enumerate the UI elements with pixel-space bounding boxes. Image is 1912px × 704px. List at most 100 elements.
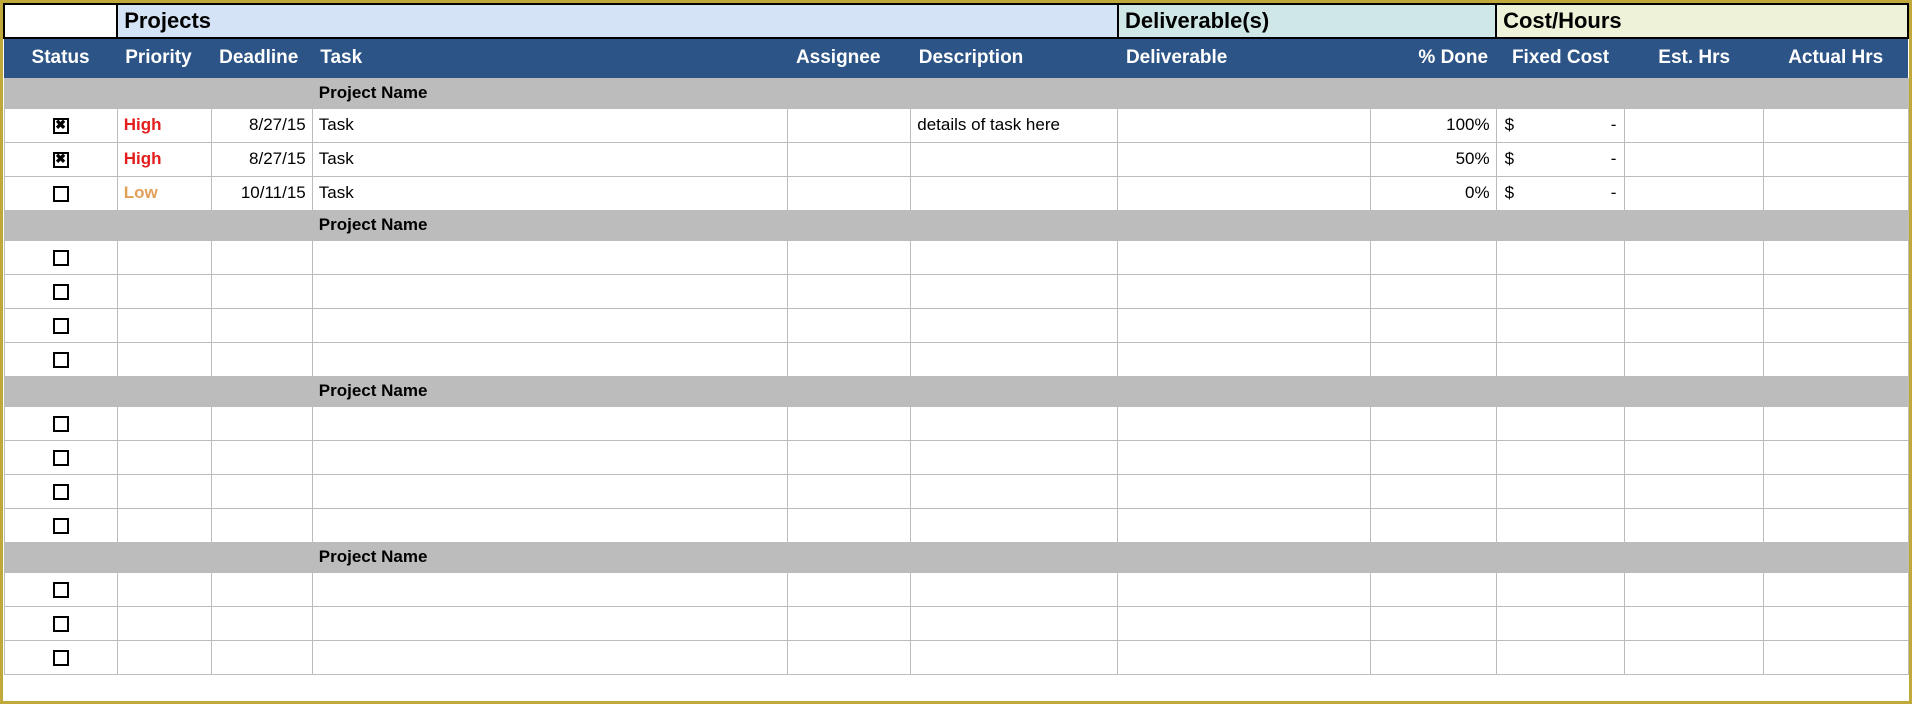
status-cell[interactable] bbox=[4, 176, 117, 210]
description-cell[interactable] bbox=[911, 406, 1118, 440]
fixed-cost-cell[interactable] bbox=[1496, 572, 1625, 606]
status-cell[interactable] bbox=[4, 406, 117, 440]
hdr-description[interactable]: Description bbox=[911, 38, 1118, 78]
priority-cell[interactable] bbox=[117, 342, 211, 376]
status-checkbox[interactable] bbox=[53, 352, 69, 368]
deliverable-cell[interactable] bbox=[1118, 274, 1371, 308]
deliverable-cell[interactable] bbox=[1118, 142, 1371, 176]
est-hrs-cell[interactable] bbox=[1625, 572, 1763, 606]
description-cell[interactable] bbox=[911, 308, 1118, 342]
status-checkbox[interactable] bbox=[53, 616, 69, 632]
status-checkbox[interactable] bbox=[53, 284, 69, 300]
deadline-cell[interactable]: 8/27/15 bbox=[211, 108, 312, 142]
deadline-cell[interactable] bbox=[211, 406, 312, 440]
status-cell[interactable] bbox=[4, 274, 117, 308]
fixed-cost-cell[interactable] bbox=[1496, 440, 1625, 474]
done-cell[interactable] bbox=[1371, 606, 1496, 640]
group-row[interactable]: Project Name bbox=[4, 376, 1908, 406]
hdr-priority[interactable]: Priority bbox=[117, 38, 211, 78]
deliverable-cell[interactable] bbox=[1118, 108, 1371, 142]
status-checkbox[interactable] bbox=[53, 450, 69, 466]
group-row[interactable]: Project Name bbox=[4, 78, 1908, 108]
status-checkbox[interactable] bbox=[53, 152, 69, 168]
deliverable-cell[interactable] bbox=[1118, 508, 1371, 542]
task-cell[interactable] bbox=[312, 240, 788, 274]
est-hrs-cell[interactable] bbox=[1625, 308, 1763, 342]
status-checkbox[interactable] bbox=[53, 318, 69, 334]
deadline-cell[interactable] bbox=[211, 474, 312, 508]
actual-hrs-cell[interactable] bbox=[1763, 572, 1908, 606]
done-cell[interactable] bbox=[1371, 342, 1496, 376]
actual-hrs-cell[interactable] bbox=[1763, 274, 1908, 308]
deliverable-cell[interactable] bbox=[1118, 406, 1371, 440]
est-hrs-cell[interactable] bbox=[1625, 108, 1763, 142]
priority-cell[interactable] bbox=[117, 308, 211, 342]
status-checkbox[interactable] bbox=[53, 186, 69, 202]
status-cell[interactable] bbox=[4, 240, 117, 274]
task-cell[interactable] bbox=[312, 440, 788, 474]
done-cell[interactable] bbox=[1371, 572, 1496, 606]
status-checkbox[interactable] bbox=[53, 650, 69, 666]
hdr-status[interactable]: Status bbox=[4, 38, 117, 78]
fixed-cost-cell[interactable] bbox=[1496, 406, 1625, 440]
task-cell[interactable]: Task bbox=[312, 142, 788, 176]
deliverable-cell[interactable] bbox=[1118, 474, 1371, 508]
fixed-cost-cell[interactable] bbox=[1496, 606, 1625, 640]
group-name-cell[interactable]: Project Name bbox=[312, 542, 788, 572]
task-cell[interactable] bbox=[312, 508, 788, 542]
done-cell[interactable]: 100% bbox=[1371, 108, 1496, 142]
deadline-cell[interactable] bbox=[211, 606, 312, 640]
assignee-cell[interactable] bbox=[788, 406, 911, 440]
status-checkbox[interactable] bbox=[53, 416, 69, 432]
task-cell[interactable] bbox=[312, 406, 788, 440]
assignee-cell[interactable] bbox=[788, 240, 911, 274]
est-hrs-cell[interactable] bbox=[1625, 606, 1763, 640]
deliverable-cell[interactable] bbox=[1118, 240, 1371, 274]
group-row[interactable]: Project Name bbox=[4, 210, 1908, 240]
task-cell[interactable] bbox=[312, 308, 788, 342]
description-cell[interactable] bbox=[911, 474, 1118, 508]
task-cell[interactable]: Task bbox=[312, 176, 788, 210]
actual-hrs-cell[interactable] bbox=[1763, 508, 1908, 542]
band-projects[interactable]: Projects bbox=[117, 4, 1118, 38]
status-checkbox[interactable] bbox=[53, 250, 69, 266]
status-cell[interactable] bbox=[4, 640, 117, 674]
hdr-deliverable[interactable]: Deliverable bbox=[1118, 38, 1371, 78]
description-cell[interactable] bbox=[911, 142, 1118, 176]
priority-cell[interactable] bbox=[117, 240, 211, 274]
task-cell[interactable] bbox=[312, 640, 788, 674]
priority-cell[interactable]: Low bbox=[117, 176, 211, 210]
description-cell[interactable] bbox=[911, 640, 1118, 674]
hdr-assignee[interactable]: Assignee bbox=[788, 38, 911, 78]
priority-cell[interactable] bbox=[117, 606, 211, 640]
est-hrs-cell[interactable] bbox=[1625, 240, 1763, 274]
est-hrs-cell[interactable] bbox=[1625, 342, 1763, 376]
est-hrs-cell[interactable] bbox=[1625, 474, 1763, 508]
assignee-cell[interactable] bbox=[788, 274, 911, 308]
deliverable-cell[interactable] bbox=[1118, 606, 1371, 640]
hdr-deadline[interactable]: Deadline bbox=[211, 38, 312, 78]
fixed-cost-cell[interactable]: $- bbox=[1496, 142, 1625, 176]
priority-cell[interactable]: High bbox=[117, 108, 211, 142]
task-cell[interactable] bbox=[312, 274, 788, 308]
assignee-cell[interactable] bbox=[788, 176, 911, 210]
fixed-cost-cell[interactable] bbox=[1496, 640, 1625, 674]
status-cell[interactable] bbox=[4, 108, 117, 142]
actual-hrs-cell[interactable] bbox=[1763, 108, 1908, 142]
deadline-cell[interactable] bbox=[211, 572, 312, 606]
priority-cell[interactable] bbox=[117, 640, 211, 674]
est-hrs-cell[interactable] bbox=[1625, 640, 1763, 674]
description-cell[interactable] bbox=[911, 240, 1118, 274]
assignee-cell[interactable] bbox=[788, 508, 911, 542]
description-cell[interactable]: details of task here bbox=[911, 108, 1118, 142]
done-cell[interactable] bbox=[1371, 474, 1496, 508]
description-cell[interactable] bbox=[911, 440, 1118, 474]
description-cell[interactable] bbox=[911, 606, 1118, 640]
band-deliverables[interactable]: Deliverable(s) bbox=[1118, 4, 1496, 38]
done-cell[interactable] bbox=[1371, 406, 1496, 440]
description-cell[interactable] bbox=[911, 176, 1118, 210]
est-hrs-cell[interactable] bbox=[1625, 406, 1763, 440]
priority-cell[interactable] bbox=[117, 440, 211, 474]
hdr-done[interactable]: % Done bbox=[1371, 38, 1496, 78]
deliverable-cell[interactable] bbox=[1118, 440, 1371, 474]
